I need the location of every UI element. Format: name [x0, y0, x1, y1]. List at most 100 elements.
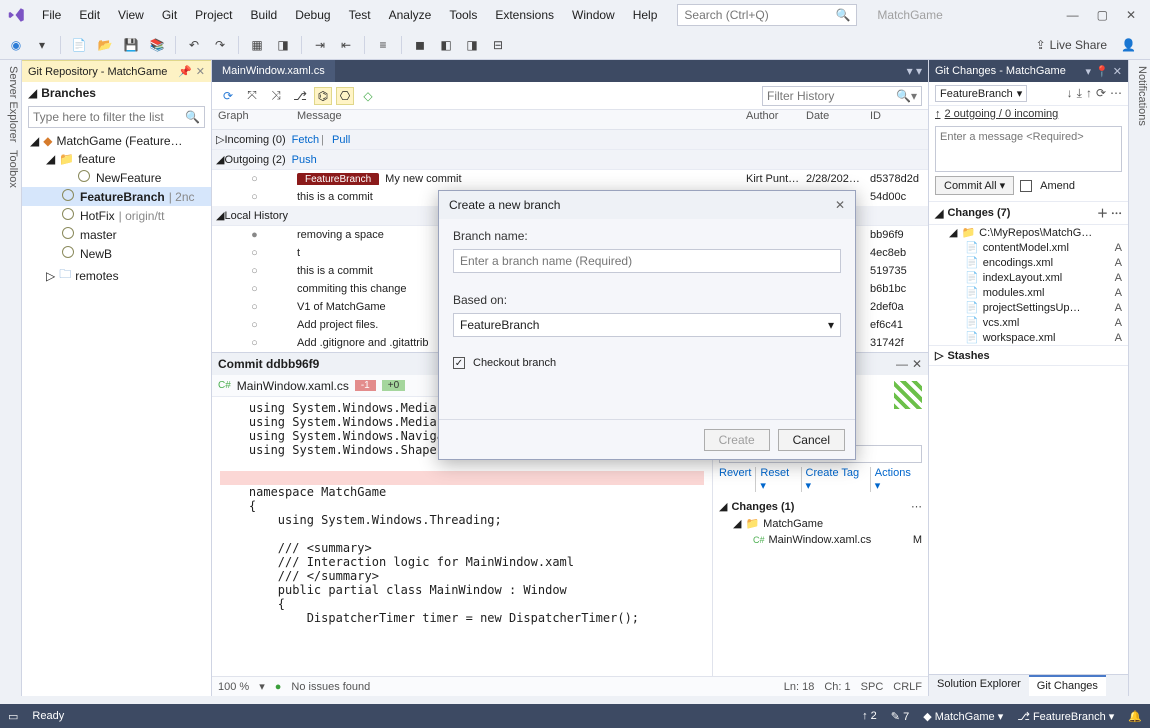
zoom-level[interactable]: 100 %	[218, 681, 249, 693]
comment-icon[interactable]: ≡	[373, 35, 393, 55]
save-all-icon[interactable]: 📚	[147, 35, 167, 55]
graph-icon-1[interactable]: ⤧	[242, 86, 262, 106]
branch-newfeature[interactable]: NewFeature	[22, 168, 211, 187]
graph-icon-3[interactable]: ⎇	[290, 86, 310, 106]
bm-icon-4[interactable]: ⊟	[488, 35, 508, 55]
close-panel-icon[interactable]: ✕	[196, 65, 205, 78]
branch-indicator[interactable]: ⎇ FeatureBranch ▾	[1017, 710, 1114, 723]
tab-git-changes[interactable]: Git Changes	[1029, 675, 1106, 696]
detail-changes-header[interactable]: ◢ Changes (1) ⋯	[719, 496, 922, 513]
new-icon[interactable]: 📄	[69, 35, 89, 55]
pull-link[interactable]: Pull	[332, 134, 350, 146]
bookmark-icon[interactable]: ◼	[410, 35, 430, 55]
branch-hotfix[interactable]: HotFix | origin/tt	[22, 206, 211, 225]
changed-file[interactable]: 📄indexLayout.xmlA	[929, 270, 1128, 285]
changed-file-row[interactable]: C# MainWindow.xaml.cs M	[719, 534, 922, 546]
col-date[interactable]: Date	[806, 110, 870, 129]
col-message[interactable]: Message	[297, 110, 746, 129]
undo-icon[interactable]: ↶	[184, 35, 204, 55]
bm-icon-2[interactable]: ◧	[436, 35, 456, 55]
nav-back-icon[interactable]: ◉	[6, 35, 26, 55]
repo-indicator[interactable]: ◆ MatchGame ▾	[923, 710, 1003, 723]
action-reset[interactable]: Reset ▾	[760, 467, 801, 492]
commit-all-button[interactable]: Commit All ▾	[935, 176, 1014, 195]
col-id[interactable]: ID	[870, 110, 928, 129]
stage-all-icon[interactable]: ＋ ⋯	[1097, 205, 1122, 221]
changed-file[interactable]: 📄vcs.xmlA	[929, 315, 1128, 330]
branch-selector[interactable]: FeatureBranch ▾	[935, 85, 1027, 102]
changed-file[interactable]: 📄encodings.xmlA	[929, 255, 1128, 270]
rail-notifications[interactable]: Notifications	[1131, 66, 1148, 126]
tool-icon-1[interactable]: ▦	[247, 35, 267, 55]
menu-view[interactable]: View	[110, 4, 152, 26]
more-icon[interactable]: ⋯	[1110, 86, 1122, 101]
close-pane-icon[interactable]: ✕	[912, 357, 922, 371]
dropdown-icon[interactable]: ▾	[32, 35, 52, 55]
menu-edit[interactable]: Edit	[71, 4, 108, 26]
redo-icon[interactable]: ↷	[210, 35, 230, 55]
pin-icon[interactable]: 📌	[178, 65, 192, 78]
col-graph[interactable]: Graph	[212, 110, 297, 129]
cancel-button[interactable]: Cancel	[778, 429, 845, 451]
menu-project[interactable]: Project	[187, 4, 240, 26]
branch-name-input[interactable]: Enter a branch name (Required)	[453, 249, 841, 273]
push-icon[interactable]: ↑	[1086, 86, 1092, 101]
open-icon[interactable]: 📂	[95, 35, 115, 55]
bm-icon-3[interactable]: ◨	[462, 35, 482, 55]
branch-newb[interactable]: NewB	[22, 244, 211, 263]
incoming-count[interactable]: ✎ 7	[891, 710, 909, 723]
filter-history-input[interactable]: Filter History 🔍▾	[762, 86, 922, 106]
fetch-icon[interactable]: ↓	[1067, 86, 1073, 101]
rail-server-explorer[interactable]: Server Explorer	[2, 66, 19, 142]
outdent-icon[interactable]: ⇤	[336, 35, 356, 55]
folder-node[interactable]: ◢ 📁 feature	[22, 150, 211, 168]
menu-file[interactable]: File	[34, 4, 69, 26]
minimize-icon[interactable]: —	[1067, 8, 1079, 22]
menu-build[interactable]: Build	[243, 4, 286, 26]
sync-icon[interactable]: ⟳	[1096, 86, 1106, 101]
close-icon[interactable]: ✕	[1113, 65, 1122, 78]
menu-test[interactable]: Test	[341, 4, 379, 26]
menu-extensions[interactable]: Extensions	[487, 4, 562, 26]
toggle-1[interactable]: ⌬	[314, 87, 332, 105]
tab-overflow[interactable]: ▾ ▾	[901, 64, 928, 78]
global-search-input[interactable]: Search (Ctrl+Q) 🔍	[677, 4, 857, 26]
action-actions[interactable]: Actions ▾	[875, 467, 922, 492]
menu-git[interactable]: Git	[154, 4, 185, 26]
sync-status-link[interactable]: ↑ 2 outgoing / 0 incoming	[929, 106, 1128, 122]
fetch-link[interactable]: Fetch	[292, 134, 320, 146]
col-author[interactable]: Author	[746, 110, 806, 129]
branch-filter-input[interactable]: Type here to filter the list 🔍	[28, 106, 205, 128]
indent-icon[interactable]: ⇥	[310, 35, 330, 55]
incoming-section[interactable]: ▷ Incoming (0) Fetch | Pull	[212, 130, 928, 150]
checkout-branch-checkbox[interactable]: ✓ Checkout branch	[453, 357, 841, 369]
tab-solution-explorer[interactable]: Solution Explorer	[929, 675, 1029, 696]
commit-message-textarea[interactable]: Enter a message <Required>	[935, 126, 1122, 172]
rail-toolbox[interactable]: Toolbox	[2, 150, 19, 188]
menu-window[interactable]: Window	[564, 4, 623, 26]
live-share-button[interactable]: ⇪ Live Share 👤	[1036, 38, 1144, 52]
changes-folder[interactable]: ◢ 📁 C:\MyRepos\MatchG…	[929, 225, 1128, 240]
maximize-icon[interactable]: ▢	[1097, 8, 1108, 22]
dropdown-icon[interactable]: ▾	[1086, 65, 1092, 78]
branch-master[interactable]: master	[22, 225, 211, 244]
branches-header[interactable]: ◢ Branches	[22, 82, 211, 104]
menu-help[interactable]: Help	[625, 4, 666, 26]
pull-icon[interactable]: ⤓	[1077, 86, 1082, 101]
save-icon[interactable]: 💾	[121, 35, 141, 55]
based-on-select[interactable]: FeatureBranch ▾	[453, 313, 841, 337]
remotes-node[interactable]: ▷ 🗀 remotes	[22, 263, 211, 288]
icon-4[interactable]: ◇	[358, 86, 378, 106]
outgoing-count[interactable]: ↑ 2	[862, 710, 877, 722]
changed-file[interactable]: 📄contentModel.xmlA	[929, 240, 1128, 255]
doc-tab-mainwindow[interactable]: MainWindow.xaml.cs	[212, 60, 335, 82]
stashes-header[interactable]: ▷ Stashes	[929, 345, 1128, 366]
admin-icon[interactable]: 👤	[1121, 38, 1136, 52]
changes-header[interactable]: ◢ Changes (7) ＋ ⋯	[929, 201, 1128, 225]
changed-file[interactable]: 📄projectSettingsUp…A	[929, 300, 1128, 315]
more-icon[interactable]: ⋯	[911, 500, 922, 513]
close-icon[interactable]: ✕	[1126, 8, 1136, 22]
repo-node[interactable]: ◢ ◆ MatchGame (Feature…	[22, 132, 211, 150]
action-revert[interactable]: Revert	[719, 467, 756, 492]
amend-checkbox[interactable]: Amend	[1020, 180, 1075, 192]
